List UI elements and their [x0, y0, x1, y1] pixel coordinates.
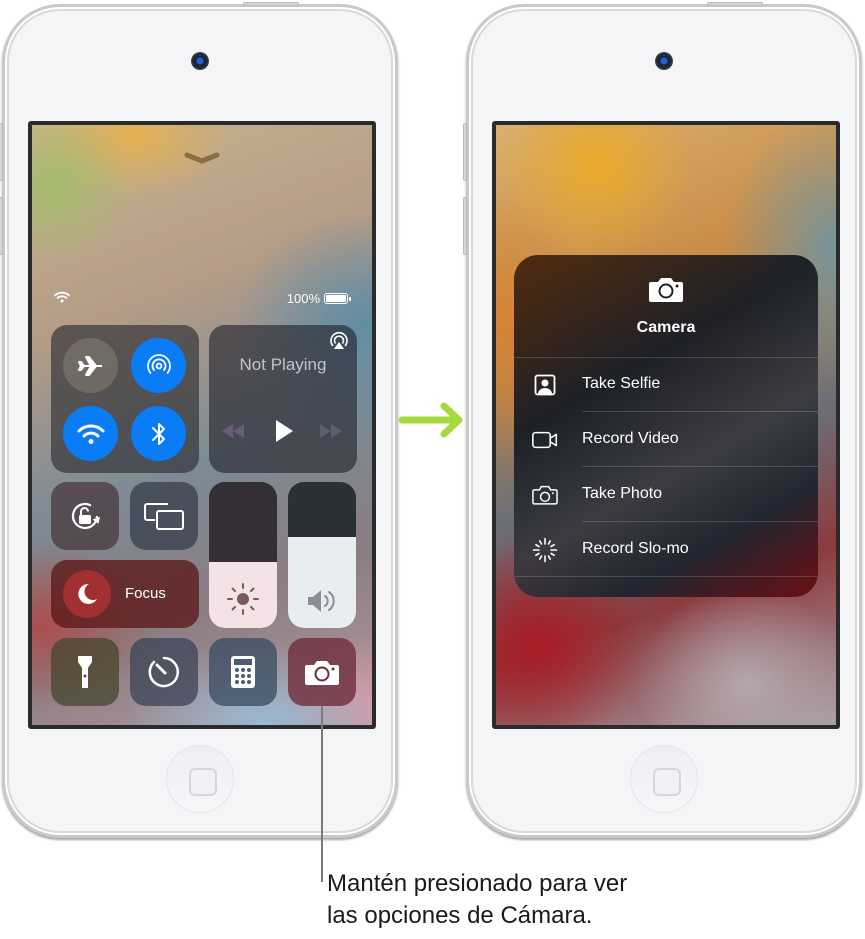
bluetooth-toggle[interactable]	[131, 406, 186, 461]
menu-item-label: Record Slo-mo	[582, 540, 689, 557]
volume-slider[interactable]	[288, 482, 356, 628]
slomo-ray	[547, 555, 552, 560]
bluetooth-icon	[151, 422, 165, 445]
rewind-icon[interactable]	[219, 419, 247, 443]
menu-item-take-photo[interactable]: Take Photo	[514, 467, 818, 522]
chevron-down-icon[interactable]	[184, 151, 220, 165]
slomo-ray	[535, 552, 540, 557]
arrow-right-icon	[398, 402, 463, 438]
slomo-ray	[547, 540, 552, 545]
menu-item-label: Take Selfie	[582, 375, 661, 392]
flashlight-button[interactable]	[51, 638, 119, 706]
slomo-ray	[538, 555, 543, 560]
calculator-button[interactable]	[209, 638, 277, 706]
divider	[514, 576, 818, 577]
control-center-screen: 100% Not Playing Focus	[28, 121, 376, 729]
selfie-icon	[534, 374, 556, 396]
volume-down-button	[463, 197, 467, 255]
front-camera	[655, 52, 673, 70]
play-icon[interactable]	[269, 419, 297, 443]
menu-item-record-slo-mo[interactable]: Record Slo-mo	[514, 522, 818, 577]
focus-button[interactable]: Focus	[51, 560, 199, 628]
slomo-ray	[550, 552, 555, 557]
status-bar: 100%	[54, 291, 351, 307]
airdrop-toggle[interactable]	[131, 338, 186, 393]
slomo-ray	[535, 543, 540, 548]
now-playing-tile[interactable]: Not Playing	[209, 325, 357, 473]
slomo-icon	[532, 537, 558, 563]
flashlight-icon	[78, 656, 92, 688]
volume-up-button	[463, 123, 467, 181]
airplane-mode-toggle[interactable]	[63, 338, 118, 393]
menu-item-record-video[interactable]: Record Video	[514, 412, 818, 467]
battery-percent: 100%	[286, 291, 320, 306]
screen-mirroring-icon	[144, 503, 184, 530]
screen-mirroring-button[interactable]	[130, 482, 198, 550]
menu-item-label: Take Photo	[582, 485, 663, 502]
calculator-icon	[231, 656, 255, 688]
battery-icon	[324, 293, 351, 304]
callout-leader-line	[321, 706, 323, 882]
callout-line-1: Mantén presionado para ver	[327, 870, 628, 897]
moon-icon	[63, 570, 111, 618]
front-camera	[191, 52, 209, 70]
slomo-ray	[550, 543, 555, 548]
camera-options-screen: Camera Take Selfie Record Video Take Pho…	[492, 121, 840, 729]
camera-icon	[305, 661, 339, 685]
callout-text: Mantén presionado para ver las opciones …	[327, 868, 627, 932]
focus-label: Focus	[125, 585, 166, 602]
video-icon	[532, 431, 558, 449]
airplay-icon[interactable]	[329, 331, 349, 351]
wifi-toggle[interactable]	[63, 406, 118, 461]
timer-icon	[148, 656, 180, 688]
airdrop-icon	[146, 353, 171, 374]
airplane-icon	[77, 355, 102, 376]
ipod-right: Camera Take Selfie Record Video Take Pho…	[463, 2, 862, 838]
menu-item-take-selfie[interactable]: Take Selfie	[514, 357, 818, 412]
power-button	[707, 2, 763, 6]
camera-button[interactable]	[288, 638, 356, 706]
power-button	[243, 2, 299, 6]
slomo-ray	[538, 540, 543, 545]
menu-item-label: Record Video	[582, 430, 679, 447]
camera-quick-actions-menu: Camera Take Selfie Record Video Take Pho…	[514, 255, 818, 597]
orientation-lock-icon	[71, 502, 101, 530]
brightness-icon	[227, 583, 259, 615]
wifi-icon	[54, 291, 70, 303]
ipod-left: 100% Not Playing Focus	[0, 2, 398, 838]
fast-forward-icon[interactable]	[317, 419, 345, 443]
volume-down-button	[0, 197, 3, 255]
menu-header: Camera	[514, 255, 818, 357]
connectivity-tile	[51, 325, 199, 473]
home-button[interactable]	[166, 745, 234, 813]
wifi-icon	[77, 424, 104, 444]
camera-icon	[649, 278, 683, 302]
home-button[interactable]	[630, 745, 698, 813]
orientation-lock-button[interactable]	[51, 482, 119, 550]
camera-icon	[532, 485, 558, 505]
volume-up-button	[0, 123, 3, 181]
menu-title: Camera	[636, 319, 696, 336]
now-playing-title: Not Playing	[239, 355, 327, 374]
brightness-slider[interactable]	[209, 482, 277, 628]
speaker-icon	[308, 590, 335, 612]
timer-button[interactable]	[130, 638, 198, 706]
callout-line-2: las opciones de Cámara.	[327, 902, 593, 929]
